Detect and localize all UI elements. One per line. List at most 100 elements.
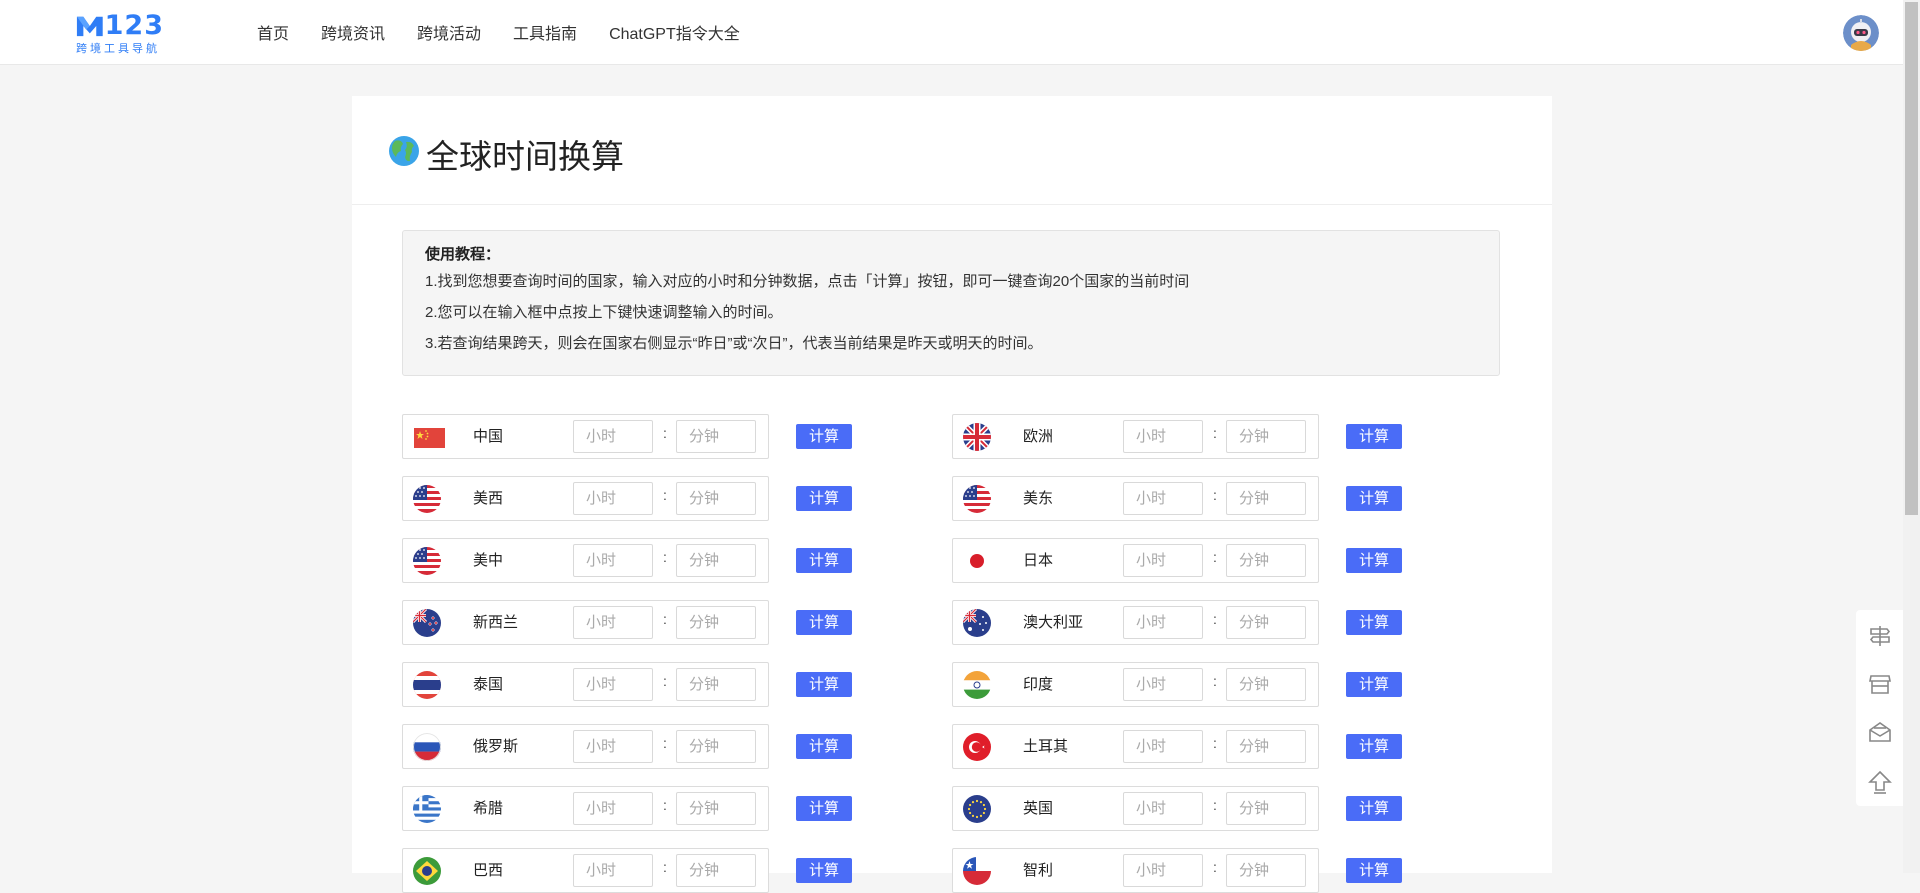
user-avatar[interactable] [1843, 15, 1879, 51]
card-header: 全球时间换算 [352, 96, 1552, 205]
minute-input[interactable] [676, 730, 756, 763]
time-separator: : [663, 797, 667, 813]
hour-input[interactable] [573, 544, 653, 577]
hour-input[interactable] [1123, 730, 1203, 763]
site-logo[interactable]: 123 跨境工具导航 [76, 10, 164, 55]
guide-step-1: 1.找到您想要查询时间的国家，输入对应的小时和分钟数据，点击「计算」按钮，即可一… [425, 273, 1190, 290]
page-title: 全球时间换算 [426, 138, 624, 175]
minute-input[interactable] [676, 482, 756, 515]
country-row: 日本: [952, 538, 1319, 583]
country-row: 泰国: [402, 662, 769, 707]
country-row: 美中: [402, 538, 769, 583]
mail-open-icon[interactable] [1868, 720, 1892, 744]
calculate-button[interactable]: 计算 [1346, 858, 1402, 883]
country-row: 美西: [402, 476, 769, 521]
minute-input[interactable] [1226, 606, 1306, 639]
country-name: 欧洲 [1023, 428, 1054, 445]
country-row: 欧洲: [952, 414, 1319, 459]
hour-input[interactable] [573, 420, 653, 453]
hour-input[interactable] [1123, 482, 1203, 515]
calculate-button[interactable]: 计算 [796, 486, 852, 511]
hour-input[interactable] [1123, 420, 1203, 453]
brazil-flag-icon [413, 857, 441, 885]
hour-input[interactable] [573, 606, 653, 639]
country-name: 俄罗斯 [473, 738, 519, 755]
nav-item-events[interactable]: 跨境活动 [417, 20, 481, 44]
minute-input[interactable] [1226, 730, 1306, 763]
greece-flag-icon [413, 795, 441, 823]
minute-input[interactable] [676, 606, 756, 639]
country-name: 美东 [1023, 490, 1054, 507]
country-name: 土耳其 [1023, 738, 1069, 755]
nav-item-tool-guide[interactable]: 工具指南 [513, 20, 577, 44]
vertical-scrollbar[interactable] [1903, 0, 1920, 873]
calculate-button[interactable]: 计算 [796, 424, 852, 449]
minute-input[interactable] [1226, 854, 1306, 887]
minute-input[interactable] [676, 792, 756, 825]
hour-input[interactable] [573, 482, 653, 515]
calculate-button[interactable]: 计算 [796, 858, 852, 883]
minute-input[interactable] [1226, 544, 1306, 577]
back-to-top-icon[interactable] [1868, 770, 1892, 794]
minute-input[interactable] [676, 668, 756, 701]
calculate-button[interactable]: 计算 [1346, 672, 1402, 697]
nav-item-news[interactable]: 跨境资讯 [321, 20, 385, 44]
hour-input[interactable] [573, 668, 653, 701]
logo-m-icon [76, 16, 103, 37]
globe-icon [389, 136, 419, 166]
calculate-button[interactable]: 计算 [796, 672, 852, 697]
hour-input[interactable] [1123, 606, 1203, 639]
country-name: 新西兰 [473, 614, 519, 631]
time-separator: : [663, 735, 667, 751]
logo-text: 123 [104, 10, 164, 41]
calculate-button[interactable]: 计算 [1346, 486, 1402, 511]
time-separator: : [663, 549, 667, 565]
nav-item-home[interactable]: 首页 [257, 20, 289, 44]
logo-subtitle: 跨境工具导航 [76, 43, 160, 55]
hour-input[interactable] [1123, 668, 1203, 701]
chile-flag-icon [963, 857, 991, 885]
time-separator: : [1213, 549, 1217, 565]
country-name: 日本 [1023, 552, 1054, 569]
russia-flag-icon [413, 733, 441, 761]
country-row: 土耳其: [952, 724, 1319, 769]
minute-input[interactable] [1226, 668, 1306, 701]
calculate-button[interactable]: 计算 [1346, 796, 1402, 821]
signpost-icon[interactable] [1868, 624, 1892, 648]
calculate-button[interactable]: 计算 [1346, 610, 1402, 635]
minute-input[interactable] [1226, 792, 1306, 825]
calculate-button[interactable]: 计算 [796, 548, 852, 573]
guide-step-2: 2.您可以在输入框中点按上下键快速调整输入的时间。 [425, 304, 783, 321]
minute-input[interactable] [1226, 420, 1306, 453]
calculate-button[interactable]: 计算 [796, 734, 852, 759]
scrollbar-thumb[interactable] [1905, 2, 1918, 515]
calculate-button[interactable]: 计算 [1346, 548, 1402, 573]
minute-input[interactable] [676, 420, 756, 453]
hour-input[interactable] [1123, 854, 1203, 887]
minute-input[interactable] [676, 544, 756, 577]
guide-step-3: 3.若查询结果跨天，则会在国家右侧显示“昨日”或“次日”，代表当前结果是昨天或明… [425, 335, 1043, 352]
hour-input[interactable] [573, 792, 653, 825]
time-separator: : [663, 611, 667, 627]
minute-input[interactable] [676, 854, 756, 887]
china-flag-icon [414, 428, 445, 448]
calculate-button[interactable]: 计算 [796, 796, 852, 821]
country-row: 美东: [952, 476, 1319, 521]
robot-avatar-icon [1843, 15, 1879, 51]
calculate-button[interactable]: 计算 [796, 610, 852, 635]
country-row: 印度: [952, 662, 1319, 707]
country-name: 印度 [1023, 676, 1054, 693]
country-name: 美西 [473, 490, 504, 507]
store-icon[interactable] [1868, 672, 1892, 696]
hour-input[interactable] [1123, 544, 1203, 577]
hour-input[interactable] [573, 730, 653, 763]
hour-input[interactable] [1123, 792, 1203, 825]
calculate-button[interactable]: 计算 [1346, 424, 1402, 449]
country-row: 智利: [952, 848, 1319, 893]
hour-input[interactable] [573, 854, 653, 887]
country-row: 巴西: [402, 848, 769, 893]
minute-input[interactable] [1226, 482, 1306, 515]
nav-item-chatgpt-prompts[interactable]: ChatGPT指令大全 [609, 20, 740, 44]
new-zealand-flag-icon [413, 609, 441, 637]
calculate-button[interactable]: 计算 [1346, 734, 1402, 759]
